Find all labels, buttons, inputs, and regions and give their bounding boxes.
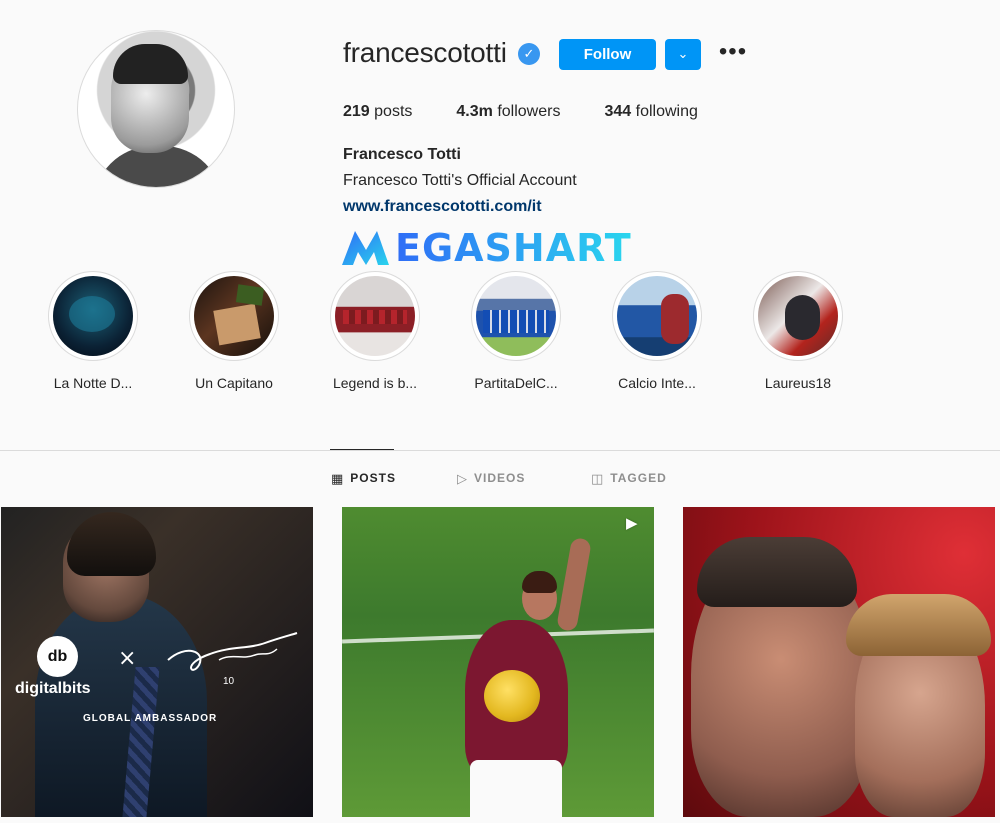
highlight-ring [330, 271, 420, 361]
highlight-label: Calcio Inte... [618, 375, 696, 391]
posts-grid: db digitalbits × 10 GLOBAL AMBASSADOR ▶ [1, 507, 995, 817]
football-icon [484, 670, 540, 722]
player-shorts [470, 760, 562, 817]
tab-label: TAGGED [610, 471, 667, 485]
highlight-label: Legend is b... [332, 375, 418, 391]
highlight-ring [753, 271, 843, 361]
profile-tabs-divider [0, 450, 1000, 451]
tag-icon: ◫ [591, 470, 605, 486]
tab-videos[interactable]: ▷ VIDEOS [457, 470, 525, 486]
dropdown-button[interactable]: ⌄ [665, 39, 701, 70]
post-thumbnail[interactable] [683, 507, 995, 817]
post-thumbnail[interactable]: db digitalbits × 10 GLOBAL AMBASSADOR [1, 507, 313, 817]
followers-count[interactable]: 4.3m followers [456, 103, 560, 121]
profile-stats: 219 posts 4.3m followers 344 following [343, 103, 742, 121]
selfie-hair [846, 594, 991, 656]
watermark-logo: EGASHART [339, 224, 662, 272]
selfie-hair [697, 537, 857, 607]
highlight-image [335, 276, 415, 356]
highlight-image [617, 276, 697, 356]
avatar-hair [113, 44, 188, 84]
highlight-ring [189, 271, 279, 361]
collaboration-separator: × [118, 646, 137, 671]
post-thumbnail[interactable]: ▶ [342, 507, 654, 817]
video-play-icon: ▶ [626, 515, 638, 532]
video-icon: ▷ [457, 470, 468, 486]
profile-full-name: Francesco Totti [343, 146, 461, 163]
profile-bio: Francesco Totti's Official Account [343, 172, 577, 189]
story-highlights: La Notte D... Un Capitano Legend is b...… [48, 271, 894, 401]
totti-hair [67, 512, 156, 576]
highlight-image [476, 276, 556, 356]
active-tab-indicator [330, 449, 394, 450]
signature-number: 10 [223, 676, 235, 687]
highlight-ring [48, 271, 138, 361]
highlight-item[interactable]: PartitaDelC... [471, 271, 612, 401]
highlight-label: Laureus18 [764, 375, 832, 391]
profile-username: francescototti [343, 37, 507, 68]
verified-badge-icon: ✓ [518, 43, 540, 65]
highlight-label: Un Capitano [195, 375, 273, 391]
post-caption: GLOBAL AMBASSADOR [83, 713, 218, 724]
posts-count[interactable]: 219 posts [343, 103, 412, 121]
highlight-image [53, 276, 133, 356]
highlight-ring [471, 271, 561, 361]
following-count[interactable]: 344 following [604, 103, 697, 121]
highlight-item[interactable]: Legend is b... [330, 271, 471, 401]
tab-posts[interactable]: ▦ POSTS [331, 470, 396, 486]
highlight-label: La Notte D... [53, 375, 133, 391]
digitalbits-brand-text: digitalbits [15, 680, 91, 697]
highlight-ring [612, 271, 702, 361]
highlight-image [758, 276, 838, 356]
player-hair [522, 571, 557, 593]
tab-tagged[interactable]: ◫ TAGGED [591, 470, 667, 486]
follow-button[interactable]: Follow [559, 39, 656, 70]
tab-label: VIDEOS [474, 471, 526, 485]
player-arm [556, 536, 592, 633]
watermark-text: EGASHART [395, 226, 632, 270]
more-options-button[interactable]: ••• [718, 40, 748, 68]
highlight-image [194, 276, 274, 356]
watermark-m-icon [342, 231, 389, 265]
highlight-item[interactable]: Laureus18 [753, 271, 894, 401]
grid-icon: ▦ [331, 470, 345, 486]
highlight-label: PartitaDelC... [474, 375, 558, 391]
tab-label: POSTS [350, 471, 396, 485]
chevron-down-icon: ⌄ [677, 47, 689, 62]
highlight-item[interactable]: Un Capitano [189, 271, 330, 401]
digitalbits-logo: db [37, 636, 78, 677]
profile-avatar[interactable] [77, 30, 235, 188]
signature-mark: 10 [167, 632, 298, 687]
profile-website-link[interactable]: www.francescototti.com/it [343, 198, 542, 216]
highlight-item[interactable]: Calcio Inte... [612, 271, 753, 401]
highlight-item[interactable]: La Notte D... [48, 271, 189, 401]
